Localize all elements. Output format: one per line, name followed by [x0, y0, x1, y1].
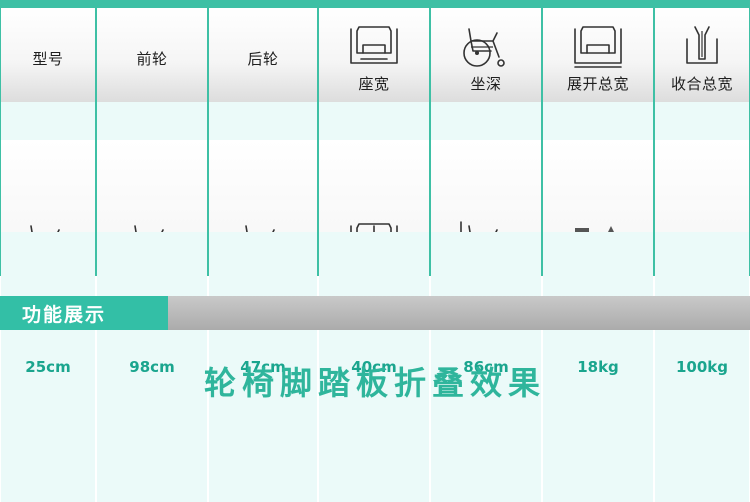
section-title: 功能展示	[22, 303, 107, 326]
spec-label-cell: 展开总宽	[543, 8, 653, 108]
section-heading: 轮椅脚踏板折叠效果	[203, 364, 546, 402]
seat-width-icon	[345, 23, 403, 73]
section-bar: 功能展示	[0, 296, 750, 330]
spec-label: 后轮	[247, 49, 279, 68]
spec-label: 收合总宽	[670, 74, 733, 93]
open-width-icon	[569, 23, 627, 73]
spec-table: 型号SGM-007前轮7"后轮24"座宽43cm坐深40cm展开总宽63cm收合…	[0, 0, 750, 502]
section-tab: 功能展示	[0, 296, 168, 330]
spec-label: 坐深	[470, 74, 502, 93]
spec-label-cell: 型号	[1, 8, 95, 108]
spec-label-cell: 后轮	[209, 8, 317, 108]
spec-label: 展开总宽	[566, 74, 629, 93]
seat-depth-icon	[457, 23, 515, 73]
spec-label-cell: 座宽	[319, 8, 429, 108]
spec-label: 座宽	[358, 74, 390, 93]
spec-label-cell: 收合总宽	[655, 8, 749, 108]
spec-label-cell: 坐深	[431, 8, 541, 108]
folded-width-icon	[673, 23, 731, 73]
spec-label: 前轮	[136, 49, 168, 68]
spec-label-cell: 前轮	[97, 8, 207, 108]
spec-label: 型号	[32, 49, 64, 68]
